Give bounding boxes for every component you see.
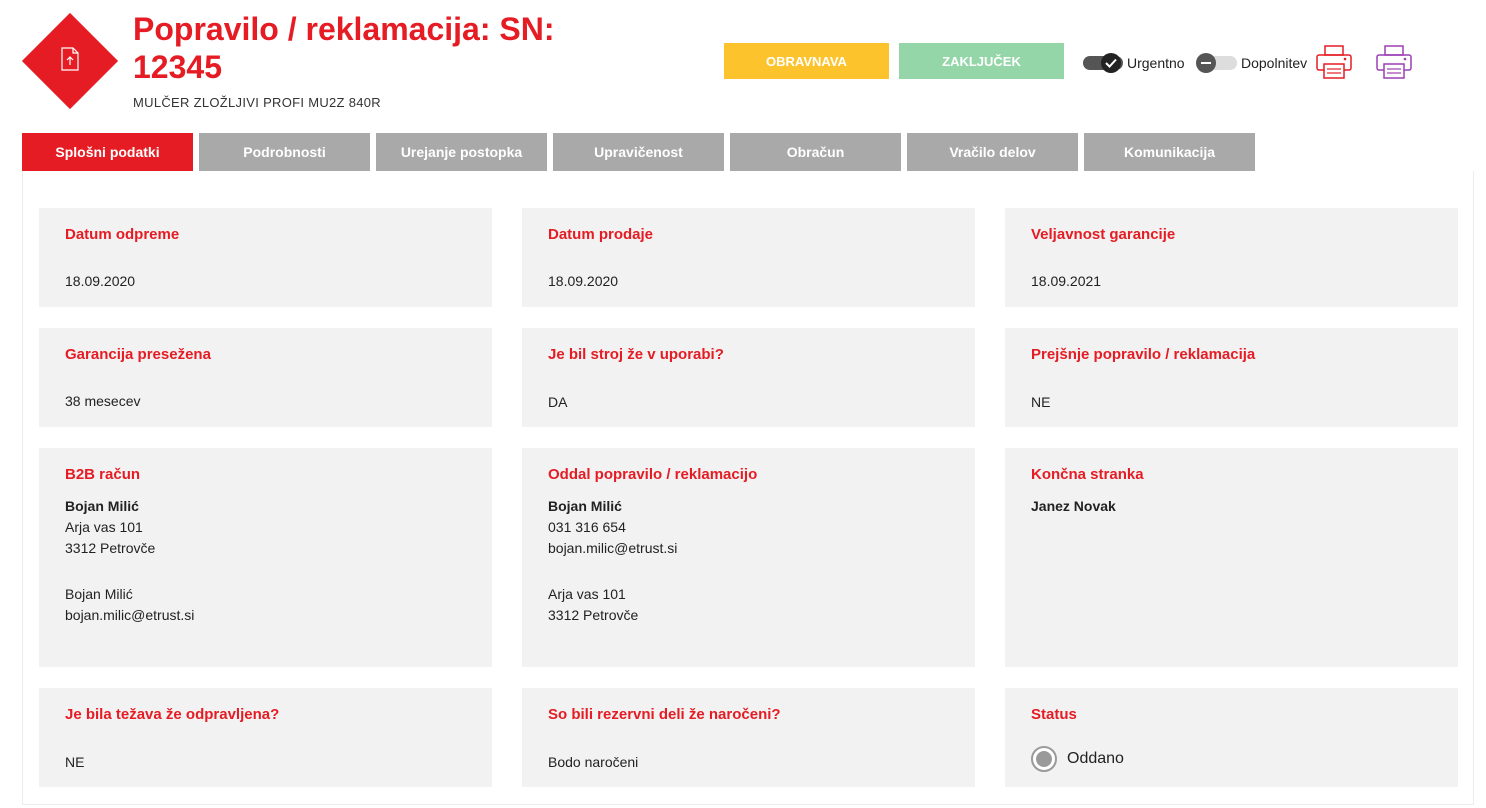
submitter-name: Bojan Milić [548,498,622,514]
card-value: 18.09.2021 [1031,273,1102,289]
card-value: 18.09.2020 [65,273,136,289]
check-icon [1101,53,1121,73]
end-customer-name: Janez Novak [1031,498,1116,514]
upload-document-icon [61,47,79,71]
customer-block: Janez Novak [1031,496,1116,517]
city: 3312 Petrovče [65,540,156,556]
card-veljavnost-garancije: Veljavnost garancije 18.09.2021 [1005,208,1458,307]
card-title: Datum prodaje [548,226,654,243]
card-title: B2B račun [65,466,141,483]
card-title: Datum odpreme [65,226,180,243]
card-title: Je bila težava že odpravljena? [65,706,280,723]
card-title: So bili rezervni deli že naročeni? [548,706,781,723]
printer-icon[interactable] [1315,44,1353,80]
card-stroj-v-uporabi: Je bil stroj že v uporabi? DA [522,328,975,427]
street: Arja vas 101 [548,586,626,602]
card-b2b-racun: B2B račun Bojan Milić Arja vas 101 3312 … [39,448,492,667]
customer-name: Bojan Milić [65,498,139,514]
tab-obracun[interactable]: Obračun [730,133,901,171]
card-value: 38 mesecev [65,393,141,409]
card-prejsnje-popravilo: Prejšnje popravilo / reklamacija NE [1005,328,1458,427]
obravnava-button[interactable]: OBRAVNAVA [724,43,889,79]
tab-bar: Splošni podatki Podrobnosti Urejanje pos… [22,133,1255,171]
dopolnitev-toggle[interactable]: Dopolnitev [1196,53,1308,73]
card-koncna-stranka: Končna stranka Janez Novak [1005,448,1458,667]
card-value: DA [548,394,568,410]
toggle-track [1083,53,1123,73]
city: 3312 Petrovče [548,607,639,623]
zakljucek-button[interactable]: ZAKLJUČEK [899,43,1064,79]
toggle-track [1196,53,1237,73]
phone: 031 316 654 [548,519,626,535]
card-value: NE [1031,394,1051,410]
email: bojan.milic@etrust.si [65,607,195,623]
card-value: Bodo naročeni [548,754,639,770]
page-title: Popravilo / reklamacija: SN: 12345 [133,11,555,85]
card-value: NE [65,754,85,770]
status-radio[interactable]: Oddano [1031,746,1124,772]
tab-splosni-podatki[interactable]: Splošni podatki [22,133,193,171]
street: Arja vas 101 [65,519,143,535]
card-rezervni-deli: So bili rezervni deli že naročeni? Bodo … [522,688,975,787]
tab-upravicenost[interactable]: Upravičenost [553,133,724,171]
printer-icon[interactable] [1375,44,1413,80]
general-data-panel: Datum odpreme 18.09.2020 Datum prodaje 1… [22,171,1474,805]
card-value: 18.09.2020 [548,273,619,289]
card-title: Oddal popravilo / reklamacijo [548,466,758,483]
card-oddal: Oddal popravilo / reklamacijo Bojan Mili… [522,448,975,667]
card-garancija-presezena: Garancija presežena 38 mesecev [39,328,492,427]
tab-komunikacija[interactable]: Komunikacija [1084,133,1255,171]
dopolnitev-label: Dopolnitev [1241,55,1308,71]
radio-circle [1031,746,1057,772]
card-title: Prejšnje popravilo / reklamacija [1031,346,1256,363]
logo [21,12,119,110]
contact-name: Bojan Milić [65,586,133,602]
card-tezava-odpravljena: Je bila težava že odpravljena? NE [39,688,492,787]
urgentno-label: Urgentno [1127,55,1185,71]
minus-icon [1196,53,1216,73]
tab-podrobnosti[interactable]: Podrobnosti [199,133,370,171]
card-title: Garancija presežena [65,346,211,363]
contact-block: Bojan Milić 031 316 654 bojan.milic@etru… [548,496,677,626]
tab-urejanje-postopka[interactable]: Urejanje postopka [376,133,547,171]
card-title: Je bil stroj že v uporabi? [548,346,724,363]
card-title: Status [1031,706,1077,723]
urgentno-toggle[interactable]: Urgentno [1083,53,1185,73]
card-title: Veljavnost garancije [1031,226,1176,243]
radio-dot [1036,751,1052,767]
card-datum-prodaje: Datum prodaje 18.09.2020 [522,208,975,307]
card-datum-odpreme: Datum odpreme 18.09.2020 [39,208,492,307]
card-status: Status Oddano [1005,688,1458,787]
tab-vracilo-delov[interactable]: Vračilo delov [907,133,1078,171]
card-title: Končna stranka [1031,466,1144,483]
status-label: Oddano [1067,750,1124,767]
address-block: Bojan Milić Arja vas 101 3312 Petrovče B… [65,496,194,626]
email: bojan.milic@etrust.si [548,540,678,556]
product-subtitle: MULČER ZLOŽLJIVI PROFI MU2Z 840R [133,95,381,110]
